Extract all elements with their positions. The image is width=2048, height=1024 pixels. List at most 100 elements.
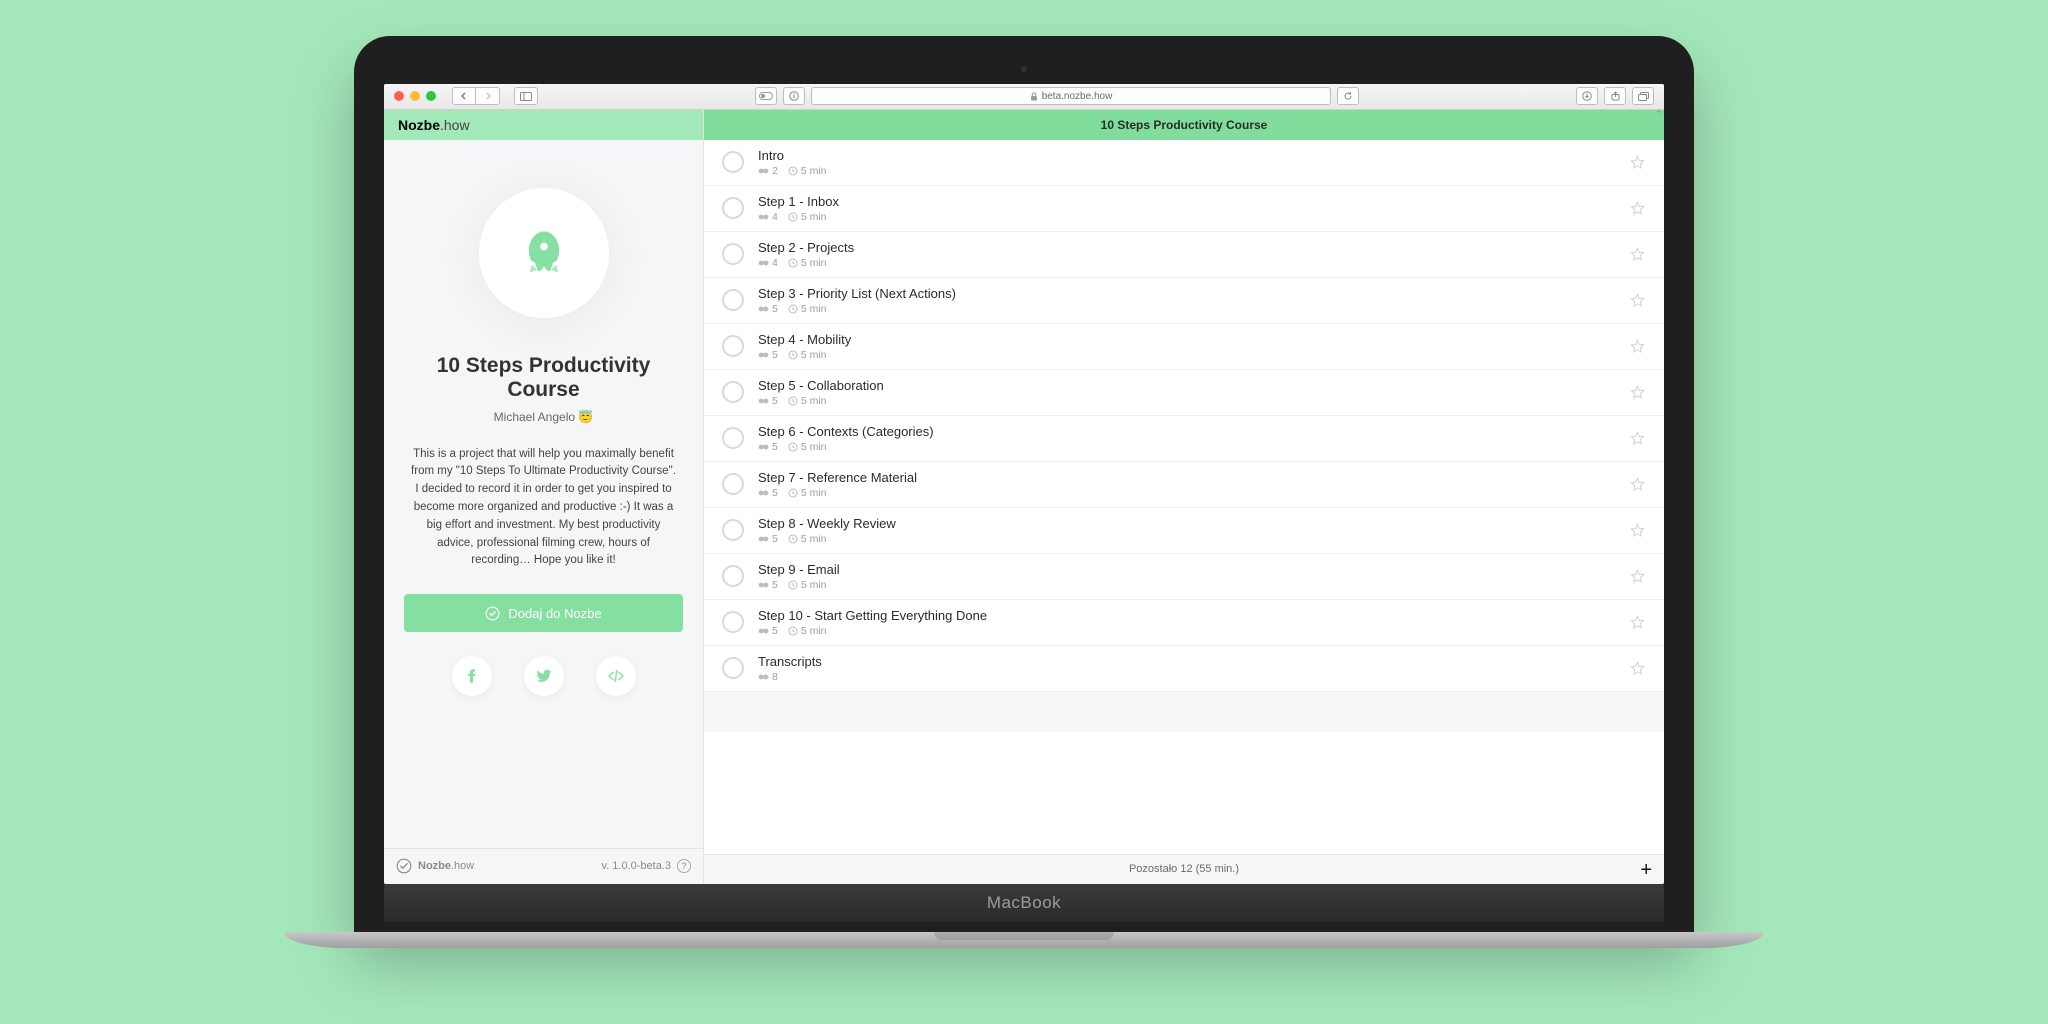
task-row[interactable]: Transcripts8 xyxy=(704,646,1664,692)
star-icon xyxy=(1629,522,1646,539)
comments-count: 8 xyxy=(758,671,778,683)
task-row[interactable]: Step 2 - Projects45 min xyxy=(704,232,1664,278)
task-row[interactable]: Step 6 - Contexts (Categories)55 min xyxy=(704,416,1664,462)
task-meta: 45 min xyxy=(758,211,1615,223)
time-estimate: 5 min xyxy=(788,487,827,499)
star-icon xyxy=(1629,246,1646,263)
comments-icon xyxy=(758,305,769,313)
comments-count: 5 xyxy=(758,349,778,361)
footer-logo-prefix: Nozbe xyxy=(418,860,451,872)
laptop-hinge: MacBook xyxy=(384,884,1664,922)
help-button[interactable]: ? xyxy=(677,859,691,873)
star-icon xyxy=(1629,476,1646,493)
comments-icon xyxy=(758,581,769,589)
app-body: Nozbe.how 10 Steps Productivity Course M… xyxy=(384,110,1664,884)
task-meta: 45 min xyxy=(758,257,1615,269)
share-facebook-button[interactable] xyxy=(452,656,492,696)
tabs-button[interactable] xyxy=(1632,87,1654,105)
back-button[interactable] xyxy=(452,87,476,105)
downloads-button[interactable] xyxy=(1576,87,1598,105)
comments-count: 5 xyxy=(758,579,778,591)
star-icon xyxy=(1629,154,1646,171)
task-checkbox[interactable] xyxy=(722,657,744,679)
task-checkbox[interactable] xyxy=(722,151,744,173)
star-button[interactable] xyxy=(1629,200,1646,217)
task-meta: 55 min xyxy=(758,349,1615,361)
task-title: Step 4 - Mobility xyxy=(758,332,1615,347)
share-twitter-button[interactable] xyxy=(524,656,564,696)
comments-count: 5 xyxy=(758,441,778,453)
task-meta: 8 xyxy=(758,671,1615,683)
star-button[interactable] xyxy=(1629,568,1646,585)
task-main: Step 3 - Priority List (Next Actions)55 … xyxy=(758,286,1615,315)
task-row[interactable]: Step 10 - Start Getting Everything Done5… xyxy=(704,600,1664,646)
clock-icon xyxy=(788,626,798,636)
task-checkbox[interactable] xyxy=(722,335,744,357)
task-row[interactable]: Intro25 min xyxy=(704,140,1664,186)
app-logo[interactable]: Nozbe.how xyxy=(384,110,703,140)
clock-icon xyxy=(788,580,798,590)
task-meta: 55 min xyxy=(758,395,1615,407)
forward-button[interactable] xyxy=(476,87,500,105)
time-estimate: 5 min xyxy=(788,211,827,223)
address-bar[interactable]: beta.nozbe.how xyxy=(811,87,1331,105)
task-checkbox[interactable] xyxy=(722,611,744,633)
clock-icon xyxy=(788,304,798,314)
task-row[interactable]: Step 9 - Email55 min xyxy=(704,554,1664,600)
task-checkbox[interactable] xyxy=(722,197,744,219)
share-embed-button[interactable] xyxy=(596,656,636,696)
new-tab-button[interactable]: + xyxy=(1656,106,1662,118)
clock-icon xyxy=(788,396,798,406)
fullscreen-window-button[interactable] xyxy=(426,91,436,101)
reload-button[interactable] xyxy=(1337,87,1359,105)
project-author: Michael Angelo 😇 xyxy=(494,410,594,424)
project-description: This is a project that will help you max… xyxy=(404,446,683,571)
task-row[interactable]: Step 8 - Weekly Review55 min xyxy=(704,508,1664,554)
comments-icon xyxy=(758,489,769,497)
task-row[interactable]: Step 3 - Priority List (Next Actions)55 … xyxy=(704,278,1664,324)
star-icon xyxy=(1629,384,1646,401)
star-button[interactable] xyxy=(1629,154,1646,171)
clock-icon xyxy=(788,488,798,498)
task-checkbox[interactable] xyxy=(722,473,744,495)
share-button[interactable] xyxy=(1604,87,1626,105)
task-title: Intro xyxy=(758,148,1615,163)
project-title: 10 Steps Productivity Course xyxy=(404,354,683,402)
star-button[interactable] xyxy=(1629,246,1646,263)
star-button[interactable] xyxy=(1629,522,1646,539)
task-meta: 55 min xyxy=(758,303,1615,315)
task-title: Step 9 - Email xyxy=(758,562,1615,577)
star-icon xyxy=(1629,430,1646,447)
star-button[interactable] xyxy=(1629,614,1646,631)
add-task-button[interactable]: + xyxy=(1640,859,1652,882)
clock-icon xyxy=(788,166,798,176)
star-button[interactable] xyxy=(1629,660,1646,677)
star-button[interactable] xyxy=(1629,430,1646,447)
minimize-window-button[interactable] xyxy=(410,91,420,101)
sidebar-toggle-button[interactable] xyxy=(514,87,538,105)
comments-icon xyxy=(758,213,769,221)
comments-count: 5 xyxy=(758,625,778,637)
star-button[interactable] xyxy=(1629,384,1646,401)
screen: beta.nozbe.how xyxy=(384,84,1664,884)
task-checkbox[interactable] xyxy=(722,289,744,311)
footer-brand[interactable]: Nozbe.how xyxy=(396,858,474,874)
task-checkbox[interactable] xyxy=(722,519,744,541)
site-info-button[interactable] xyxy=(783,87,805,105)
star-button[interactable] xyxy=(1629,476,1646,493)
task-row[interactable]: Step 4 - Mobility 55 min xyxy=(704,324,1664,370)
task-row[interactable]: Step 7 - Reference Material55 min xyxy=(704,462,1664,508)
reader-button[interactable] xyxy=(755,87,777,105)
comments-count: 5 xyxy=(758,395,778,407)
star-button[interactable] xyxy=(1629,292,1646,309)
task-row[interactable]: Step 5 - Collaboration55 min xyxy=(704,370,1664,416)
close-window-button[interactable] xyxy=(394,91,404,101)
task-checkbox[interactable] xyxy=(722,243,744,265)
task-main: Step 1 - Inbox45 min xyxy=(758,194,1615,223)
star-button[interactable] xyxy=(1629,338,1646,355)
add-to-nozbe-button[interactable]: Dodaj do Nozbe xyxy=(404,594,683,632)
task-checkbox[interactable] xyxy=(722,565,744,587)
task-checkbox[interactable] xyxy=(722,427,744,449)
task-checkbox[interactable] xyxy=(722,381,744,403)
task-row[interactable]: Step 1 - Inbox45 min xyxy=(704,186,1664,232)
